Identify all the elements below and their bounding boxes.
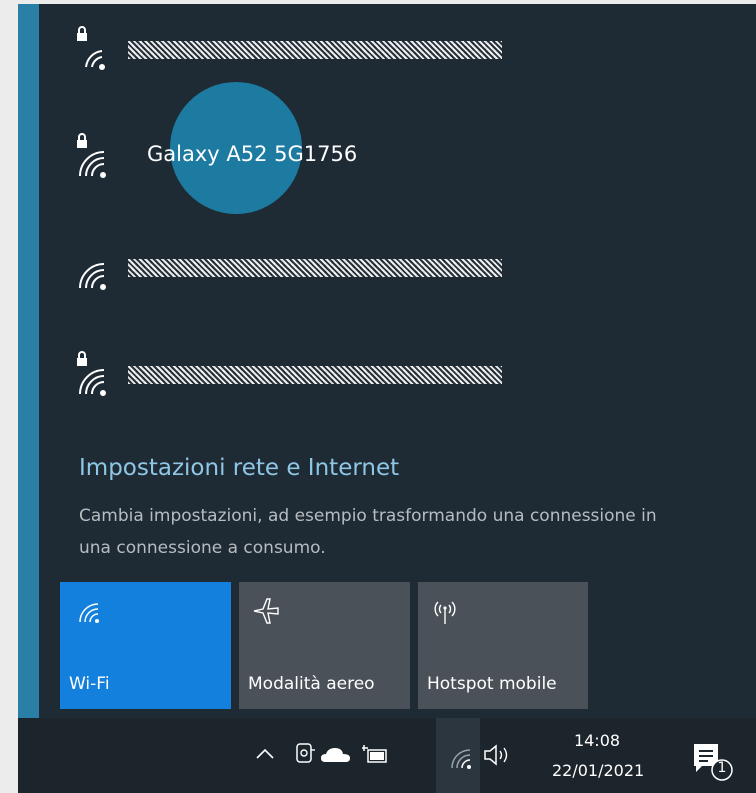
- tile-label: Wi-Fi: [69, 674, 110, 694]
- wifi-secured-icon: [77, 133, 106, 178]
- wifi-icon: [79, 263, 106, 290]
- hotspot-tile[interactable]: Hotspot mobile: [418, 582, 588, 709]
- obscured-network-name: [128, 41, 502, 59]
- clock-time: 14:08: [573, 731, 621, 750]
- wifi-secured-icon: [77, 26, 105, 70]
- clock-date: 22/01/2021: [552, 761, 645, 780]
- network-item-3[interactable]: [58, 232, 738, 302]
- obscured-network-name: [128, 366, 502, 384]
- wifi-toggle-tile[interactable]: Wi-Fi: [60, 582, 231, 709]
- notification-count: 1: [717, 760, 727, 776]
- obscured-network-name: [128, 259, 502, 277]
- airplane-mode-tile[interactable]: Modalità aereo: [239, 582, 410, 709]
- taskbar-wifi-icon[interactable]: [444, 742, 474, 772]
- network-settings-description: Cambia impostazioni, ad esempio trasform…: [79, 506, 657, 558]
- action-center-button[interactable]: 1: [690, 738, 736, 784]
- flyout-edge-strip: [18, 4, 39, 718]
- volume-icon[interactable]: [482, 742, 514, 768]
- tile-label: Modalità aereo: [248, 674, 375, 694]
- wifi-secured-icon: [77, 351, 106, 396]
- airplane-icon: [253, 598, 279, 624]
- onedrive-icon[interactable]: [319, 744, 353, 766]
- chevron-up-icon[interactable]: [253, 744, 277, 764]
- network-item-1[interactable]: [58, 13, 738, 83]
- hotspot-icon: [434, 601, 456, 624]
- wifi-icon: [79, 603, 99, 623]
- tile-label: Hotspot mobile: [427, 674, 557, 694]
- network-name: Galaxy A52 5G1756: [147, 142, 358, 166]
- network-item-4[interactable]: [58, 338, 738, 408]
- taskbar-clock[interactable]: 14:08 22/01/2021: [552, 726, 645, 786]
- network-settings-link[interactable]: Impostazioni rete e Internet: [79, 455, 399, 481]
- meet-now-icon[interactable]: [293, 740, 317, 768]
- power-battery-icon[interactable]: [360, 742, 390, 768]
